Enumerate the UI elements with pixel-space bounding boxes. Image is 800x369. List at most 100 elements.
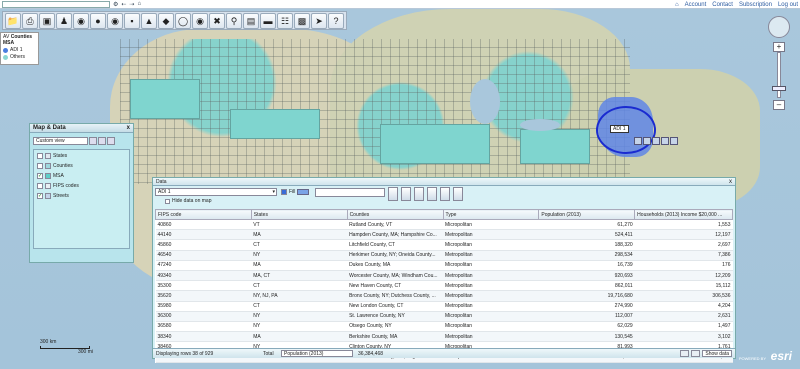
tools-icon[interactable]: ▤ — [243, 13, 259, 29]
column-header[interactable]: States — [250, 209, 348, 220]
shape-icon[interactable]: ▪ — [124, 13, 140, 29]
table-row[interactable]: 46540 NY Herkimer County, NY; Oneida Count… — [155, 250, 733, 261]
zoom-in-button[interactable]: + — [773, 42, 785, 52]
back-icon[interactable]: ⇠ — [121, 1, 126, 8]
layer-checkbox[interactable]: ✓ — [37, 193, 43, 199]
layer-item[interactable]: FIPS codes — [37, 183, 126, 189]
lake-shape — [520, 119, 560, 131]
info-icon[interactable] — [652, 137, 660, 145]
column-header[interactable]: Households (2013) Income $20,000 ... — [634, 209, 733, 220]
filter-icon[interactable]: ◉ — [192, 13, 208, 29]
legend-swatch-icon — [3, 47, 8, 53]
layer-item[interactable]: States — [37, 153, 126, 159]
zoom-slider[interactable] — [777, 52, 781, 98]
fill-checkbox[interactable] — [281, 189, 287, 195]
table-row[interactable]: 44140 MA Hampden County, MA; Hampshire Co.… — [155, 229, 733, 241]
export-icon[interactable] — [453, 187, 463, 201]
forward-icon[interactable]: ⇢ — [129, 1, 134, 8]
contact-link[interactable]: Contact — [712, 2, 733, 8]
compass-icon[interactable] — [768, 16, 790, 38]
total-field-select[interactable]: Population (2013) — [281, 350, 353, 357]
hide-data-checkbox[interactable] — [165, 198, 170, 204]
table-row[interactable]: 40860 VT Rutland County, VT Micropolitan 61,… — [155, 219, 733, 231]
column-header[interactable]: Population (2013) — [538, 209, 636, 220]
table-cell: 298,534 — [538, 250, 635, 261]
table-row[interactable]: 45860 CT Litchfield County, CT Micropolitan… — [155, 239, 733, 251]
table-row[interactable]: 35980 CT New London County, CT Metropolitan… — [155, 301, 733, 312]
pin-icon[interactable]: ◉ — [107, 13, 123, 29]
paint-icon[interactable] — [414, 187, 424, 201]
help-icon[interactable]: ? — [328, 13, 344, 29]
heatmap-icon[interactable]: ◉ — [73, 13, 89, 29]
save-icon[interactable]: ▣ — [39, 13, 55, 29]
location-search-input[interactable] — [2, 1, 110, 8]
home-icon[interactable]: ⌂ — [137, 1, 141, 8]
stop-icon[interactable]: ✖ — [209, 13, 225, 29]
print-icon[interactable]: ⎙ — [22, 13, 38, 29]
delete-icon[interactable] — [670, 137, 678, 145]
map-data-header[interactable]: Map & Data x — [30, 124, 133, 133]
radius-icon[interactable]: ◯ — [175, 13, 191, 29]
top-bar: ⚙ ⇠ ⇢ ⌂ ⌂ Account Contact Subscription L… — [0, 0, 800, 9]
close-icon[interactable]: x — [127, 124, 130, 133]
layer-checkbox[interactable]: ✓ — [37, 173, 43, 179]
edit-icon[interactable] — [634, 137, 642, 145]
territory-icon[interactable]: ◆ — [158, 13, 174, 29]
column-header[interactable]: FIPS code — [155, 209, 252, 220]
table-row[interactable]: 35300 CT New Haven County, CT Metropolitan 8… — [155, 280, 733, 292]
layer-checkbox[interactable] — [37, 153, 43, 159]
ruler-icon[interactable]: ▬ — [260, 13, 276, 29]
layer-item[interactable]: ✓ MSA — [37, 173, 126, 179]
data-search-input[interactable] — [315, 188, 385, 197]
chart-icon[interactable] — [427, 187, 437, 201]
dataset-select[interactable]: ADI 1 ▾ — [155, 188, 277, 196]
cluster-icon[interactable]: ● — [90, 13, 106, 29]
account-link[interactable]: Account — [685, 2, 707, 8]
users-icon[interactable]: ♟ — [56, 13, 72, 29]
route-icon[interactable]: ▲ — [141, 13, 157, 29]
view-select[interactable]: Custom view — [33, 137, 88, 145]
export-file-icon[interactable] — [691, 350, 700, 357]
add-icon[interactable] — [107, 137, 115, 145]
table-row[interactable]: 38340 MA Berkshire County, MA Metropolitan 1… — [155, 331, 733, 343]
report-icon[interactable] — [440, 187, 450, 201]
logout-link[interactable]: Log out — [778, 2, 798, 8]
msa-region — [130, 79, 200, 119]
window-icon[interactable]: ▩ — [294, 13, 310, 29]
house-icon[interactable]: ⌂ — [675, 2, 679, 8]
layer-checkbox[interactable] — [37, 163, 43, 169]
esri-logo: esri — [770, 349, 792, 363]
table-row[interactable]: 36300 NY St. Lawrence County, NY Micropolit… — [155, 311, 733, 322]
share-icon[interactable]: ➤ — [311, 13, 327, 29]
close-icon[interactable]: x — [729, 178, 732, 186]
layer-item[interactable]: ✓ Streets — [37, 193, 126, 199]
export-excel-icon[interactable] — [680, 350, 689, 357]
folder-icon[interactable]: 📁 — [5, 13, 21, 29]
table-cell: NY — [251, 250, 348, 261]
binoculars-icon[interactable] — [388, 187, 398, 201]
data-panel-header[interactable]: Data x — [153, 178, 735, 186]
column-header[interactable]: Counties — [346, 209, 444, 220]
dropdown-icon[interactable] — [89, 137, 97, 145]
clear-icon[interactable] — [401, 187, 411, 201]
table-row[interactable]: 49340 MA, CT Worcester County, MA; Windham… — [155, 270, 733, 282]
table-cell: 2,697 — [634, 239, 733, 251]
move-icon[interactable] — [643, 137, 651, 145]
copy-icon[interactable] — [661, 137, 669, 145]
zoom-slider-thumb[interactable] — [772, 86, 786, 91]
settings-icon[interactable] — [98, 137, 106, 145]
search-icon[interactable]: ⚲ — [226, 13, 242, 29]
pan-icon[interactable]: ⚙ — [113, 1, 118, 8]
table-row[interactable]: 47240 MA Dukes County, MA Micropolitan 16,73… — [155, 260, 733, 271]
table-row[interactable]: 35620 NY, NJ, PA Bronx County, NY; Dutches… — [155, 290, 733, 302]
subscription-link[interactable]: Subscription — [739, 2, 772, 8]
hide-data-toggle[interactable]: Hide data on map — [165, 198, 211, 204]
show-data-button[interactable]: Show data — [702, 350, 732, 357]
column-header[interactable]: Type — [442, 209, 540, 220]
table-row[interactable]: 36580 NY Otsego County, NY Micropolitan 62,0… — [155, 321, 733, 333]
layer-item[interactable]: Counties — [37, 163, 126, 169]
layers-icon[interactable]: ☷ — [277, 13, 293, 29]
zoom-out-button[interactable]: – — [773, 100, 785, 110]
layer-checkbox[interactable] — [37, 183, 43, 189]
fill-color-swatch[interactable] — [297, 189, 310, 195]
